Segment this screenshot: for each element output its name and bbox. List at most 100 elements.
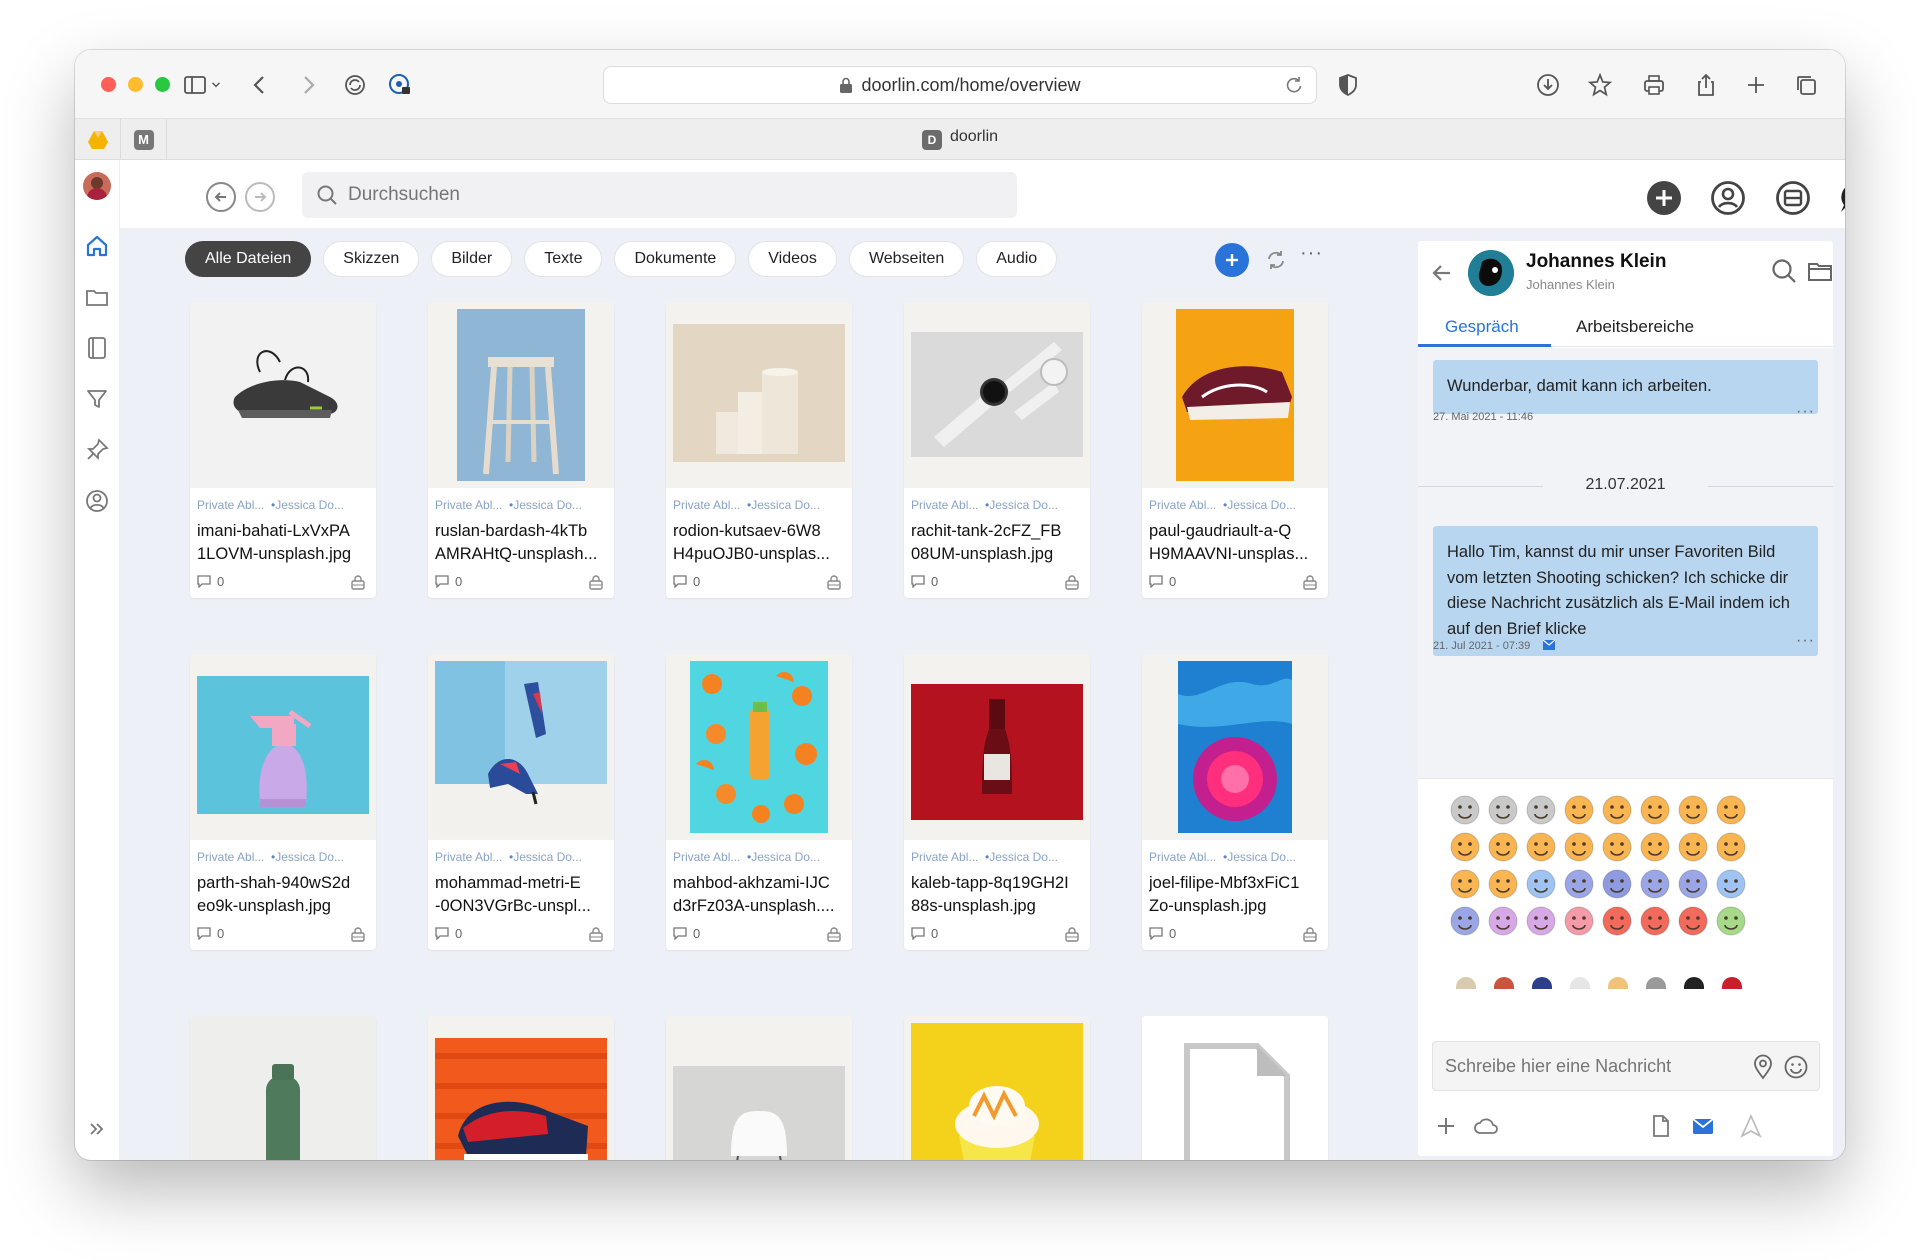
emoji-face-icon[interactable]: [1638, 867, 1672, 901]
close-window-button[interactable]: [101, 77, 116, 92]
comment-count[interactable]: 0: [197, 574, 224, 589]
message-input-box[interactable]: [1432, 1041, 1820, 1091]
app-back-button[interactable]: [206, 182, 236, 212]
folder-icon[interactable]: [83, 283, 111, 311]
lock-icon[interactable]: [588, 574, 604, 590]
extension-icon[interactable]: [340, 70, 370, 100]
add-circle-icon[interactable]: [1646, 180, 1682, 216]
location-pin-icon[interactable]: [1751, 1054, 1775, 1080]
file-card[interactable]: Private Abl... •Jessica Do... joel-filipe…: [1142, 654, 1328, 950]
message-options-icon[interactable]: ···: [1796, 403, 1815, 421]
document-icon[interactable]: [1648, 1113, 1674, 1139]
emoji-object-icon[interactable]: [1722, 977, 1742, 989]
filter-chip[interactable]: Bilder: [431, 241, 513, 277]
lock-icon[interactable]: [1302, 926, 1318, 942]
comment-count[interactable]: 0: [673, 926, 700, 941]
address-bar[interactable]: doorlin.com/home/overview: [603, 66, 1317, 104]
file-card[interactable]: Private Abl... •Jessica Do... imani-bahat…: [190, 302, 376, 598]
privacy-extension-icon[interactable]: [385, 70, 415, 100]
cloud-icon[interactable]: [1473, 1113, 1499, 1139]
message-bubble[interactable]: Hallo Tim, kannst du mir unser Favoriten…: [1433, 526, 1818, 656]
emoji-face-icon[interactable]: [1714, 904, 1748, 938]
file-card-partial[interactable]: [428, 1016, 614, 1160]
emoji-face-icon[interactable]: [1676, 830, 1710, 864]
search-icon[interactable]: [1770, 257, 1798, 285]
print-icon[interactable]: [1639, 70, 1669, 100]
lock-icon[interactable]: [1064, 574, 1080, 590]
new-tab-icon[interactable]: [1741, 70, 1771, 100]
minimize-window-button[interactable]: [128, 77, 143, 92]
emoji-face-icon[interactable]: [1676, 793, 1710, 827]
comment-count[interactable]: 0: [197, 926, 224, 941]
add-file-button[interactable]: [1215, 243, 1249, 277]
emoji-face-icon[interactable]: [1638, 904, 1672, 938]
file-card[interactable]: Private Abl... •Jessica Do... mahbod-akhz…: [666, 654, 852, 950]
tab-overview-icon[interactable]: [1791, 70, 1821, 100]
message-bubble[interactable]: Wunderbar, damit kann ich arbeiten.: [1433, 360, 1818, 414]
filter-chip[interactable]: Webseiten: [848, 241, 965, 277]
back-icon[interactable]: [245, 70, 275, 100]
pin-icon[interactable]: [83, 436, 111, 464]
search-box[interactable]: [302, 172, 1017, 218]
emoji-face-icon[interactable]: [1486, 904, 1520, 938]
chevron-down-icon[interactable]: [207, 70, 225, 100]
emoji-object-icon[interactable]: [1532, 977, 1552, 989]
emoji-face-icon[interactable]: [1638, 793, 1672, 827]
folder-icon[interactable]: [1806, 257, 1833, 285]
emoji-face-icon[interactable]: [1524, 867, 1558, 901]
message-options-icon[interactable]: ···: [1796, 632, 1815, 650]
comment-count[interactable]: 0: [1149, 574, 1176, 589]
emoji-object-icon[interactable]: [1646, 977, 1666, 989]
add-attachment-icon[interactable]: [1433, 1113, 1459, 1139]
home-icon[interactable]: [83, 232, 111, 260]
file-card[interactable]: Private Abl... •Jessica Do... mohammad-me…: [428, 654, 614, 950]
file-card[interactable]: Private Abl... •Jessica Do... parth-shah-…: [190, 654, 376, 950]
emoji-face-icon[interactable]: [1638, 830, 1672, 864]
emoji-face-icon[interactable]: [1486, 830, 1520, 864]
emoji-object-icon[interactable]: [1684, 977, 1704, 989]
emoji-face-icon[interactable]: [1448, 793, 1482, 827]
filter-chip[interactable]: Texte: [524, 241, 603, 277]
file-card[interactable]: Private Abl... •Jessica Do... rachit-tank…: [904, 302, 1090, 598]
comment-count[interactable]: 0: [1149, 926, 1176, 941]
lock-icon[interactable]: [350, 926, 366, 942]
sync-icon[interactable]: [1264, 248, 1288, 272]
filter-chip[interactable]: Skizzen: [323, 241, 420, 277]
notebook-icon[interactable]: [83, 334, 111, 362]
zoom-window-button[interactable]: [155, 77, 170, 92]
comment-count[interactable]: 0: [673, 574, 700, 589]
emoji-face-icon[interactable]: [1562, 904, 1596, 938]
shield-icon[interactable]: [1333, 70, 1363, 100]
comment-count[interactable]: 0: [911, 574, 938, 589]
account-icon[interactable]: [83, 487, 111, 515]
emoji-face-icon[interactable]: [1600, 904, 1634, 938]
send-icon[interactable]: [1738, 1113, 1764, 1139]
reload-icon[interactable]: [1284, 75, 1304, 95]
filter-chip[interactable]: Alle Dateien: [185, 241, 312, 277]
lock-icon[interactable]: [1064, 926, 1080, 942]
emoji-face-icon[interactable]: [1524, 904, 1558, 938]
search-input[interactable]: [348, 184, 948, 206]
file-card-partial[interactable]: [904, 1016, 1090, 1160]
emoji-face-icon[interactable]: [1714, 793, 1748, 827]
file-card[interactable]: Private Abl... •Jessica Do... paul-gaudri…: [1142, 302, 1328, 598]
emoji-face-icon[interactable]: [1562, 830, 1596, 864]
emoji-face-icon[interactable]: [1448, 867, 1482, 901]
emoji-face-icon[interactable]: [1600, 830, 1634, 864]
emoji-face-icon[interactable]: [1600, 793, 1634, 827]
tab-workspaces[interactable]: Arbeitsbereiche: [1576, 317, 1694, 337]
comment-count[interactable]: 0: [435, 926, 462, 941]
lock-icon[interactable]: [1302, 574, 1318, 590]
lock-icon[interactable]: [588, 926, 604, 942]
file-card[interactable]: Private Abl... •Jessica Do... kaleb-tapp-…: [904, 654, 1090, 950]
comment-count[interactable]: 0: [435, 574, 462, 589]
tab-conversation[interactable]: Gespräch: [1445, 317, 1519, 337]
lock-icon[interactable]: [826, 926, 842, 942]
share-icon[interactable]: [1691, 70, 1721, 100]
file-card[interactable]: Private Abl... •Jessica Do... rodion-kuts…: [666, 302, 852, 598]
filter-chip[interactable]: Audio: [976, 241, 1058, 277]
comment-count[interactable]: 0: [911, 926, 938, 941]
message-input[interactable]: [1445, 1055, 1745, 1077]
filter-icon[interactable]: [83, 385, 111, 413]
file-card-partial[interactable]: [666, 1016, 852, 1160]
